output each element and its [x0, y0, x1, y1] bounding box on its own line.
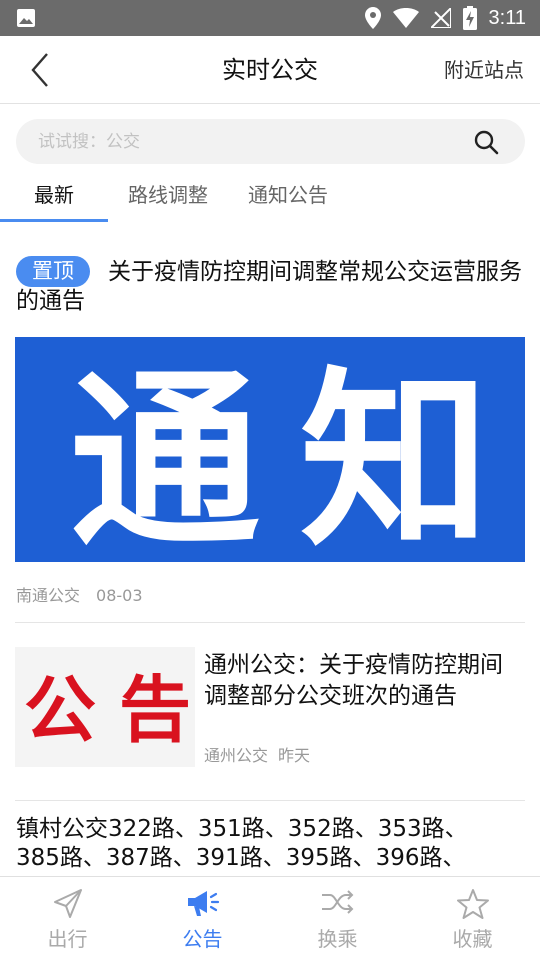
nav-transfer[interactable]: 换乘: [270, 877, 405, 960]
nav-favorites[interactable]: 收藏: [405, 877, 540, 960]
article-date: 08-03: [96, 586, 143, 605]
announcement-char-2: 告: [119, 668, 191, 752]
article-meta: 南通公交 08-03: [16, 582, 143, 606]
article-title-line: 385路、387路、391路、395路、396路、: [16, 845, 466, 871]
megaphone-icon: [187, 891, 219, 916]
image-notification-icon: [17, 9, 35, 27]
bottom-navigation: 出行 公告 换乘 收藏: [0, 876, 540, 960]
article-title: 置顶 关于疫情防控期间调整常规公交运营服务的通告: [16, 256, 525, 316]
nav-announcements[interactable]: 公告: [135, 877, 270, 960]
article-title-line: 镇村公交322路、351路、352路、353路、: [16, 816, 468, 842]
article-thumbnail[interactable]: 公 告: [15, 647, 195, 767]
pinned-article[interactable]: 置顶 关于疫情防控期间调整常规公交运营服务的通告: [16, 256, 525, 316]
article-meta: 通州公交 昨天: [204, 742, 310, 766]
nav-label: 收藏: [452, 927, 493, 951]
nav-travel[interactable]: 出行: [0, 877, 135, 960]
tab-notices[interactable]: 通知公告: [234, 172, 342, 224]
article-source: 通州公交: [204, 746, 269, 765]
article-title[interactable]: 镇村公交322路、351路、352路、353路、 385路、387路、391路、…: [16, 815, 525, 873]
status-bar: 3:11: [0, 0, 540, 36]
search-input[interactable]: [38, 119, 458, 164]
search-bar: [16, 119, 525, 164]
search-icon[interactable]: [473, 129, 499, 155]
notice-char-1: 通: [70, 351, 260, 562]
pinned-badge: 置顶: [16, 256, 90, 287]
status-time: 3:11: [488, 6, 526, 29]
no-signal-icon: [430, 8, 451, 28]
location-icon: [364, 7, 381, 29]
notice-char-2: 知: [300, 351, 490, 562]
announcement-thumbnail-graphic: 公 告: [15, 647, 195, 767]
tab-latest[interactable]: 最新: [0, 172, 108, 224]
nav-label: 换乘: [317, 927, 358, 951]
wifi-icon: [392, 8, 419, 28]
category-tabs: 最新 路线调整 通知公告: [0, 172, 540, 224]
app-header: 实时公交 附近站点: [0, 36, 540, 104]
article-date: 昨天: [278, 746, 311, 765]
article-title-text: 关于疫情防控期间调整常规公交运营服务的通告: [16, 259, 522, 314]
notice-banner-image[interactable]: 通 知: [15, 337, 525, 562]
article-source: 南通公交: [16, 586, 81, 605]
article-title[interactable]: 通州公交：关于疫情防控期间调整部分公交班次的通告: [204, 650, 524, 712]
active-tab-indicator: [0, 219, 108, 222]
star-icon: [456, 889, 489, 919]
announcement-char-1: 公: [24, 668, 96, 752]
battery-charging-icon: [462, 6, 477, 30]
nav-label: 公告: [182, 927, 223, 951]
navigation-arrow-icon: [53, 889, 82, 918]
nav-label: 出行: [47, 927, 88, 951]
notice-banner-graphic: 通 知: [15, 337, 525, 562]
divider: [15, 622, 525, 623]
tab-route-adjustment[interactable]: 路线调整: [114, 172, 222, 224]
divider: [15, 800, 525, 801]
nearby-stops-link[interactable]: 附近站点: [444, 36, 524, 104]
shuffle-icon: [321, 890, 353, 914]
